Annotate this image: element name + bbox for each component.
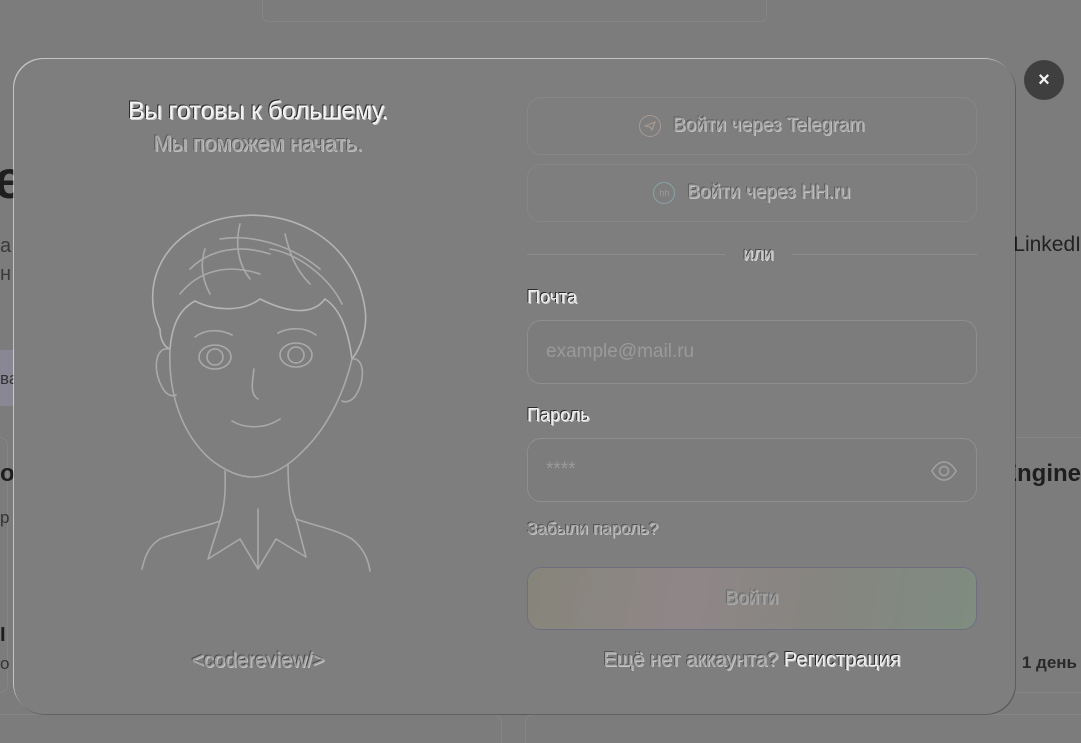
register-link[interactable]: Регистрация bbox=[784, 649, 901, 671]
background-card-bottom-left bbox=[0, 714, 502, 743]
password-field[interactable] bbox=[546, 439, 926, 501]
close-modal-button[interactable]: × bbox=[1024, 60, 1064, 100]
telegram-login-label: Войти через Telegram bbox=[673, 115, 865, 136]
hh-icon: hh bbox=[653, 182, 676, 204]
background-card-text-fragment: p bbox=[0, 508, 10, 527]
background-card-bottom-right bbox=[525, 714, 1081, 743]
hero-subtitle: Мы поможем начать. bbox=[153, 131, 363, 156]
background-linkedin-fragment: LinkedI bbox=[1013, 233, 1081, 256]
email-label: Почта bbox=[527, 287, 577, 307]
divider-line bbox=[527, 254, 725, 255]
login-modal: Вы готовы к большему. Мы поможем начать. bbox=[14, 59, 1015, 714]
hero-title: Вы готовы к большему. bbox=[128, 97, 388, 125]
hh-login-button[interactable]: hh Войти через HH.ru bbox=[527, 164, 977, 222]
login-submit-button[interactable]: Войти bbox=[527, 567, 977, 630]
background-text-fragment: н bbox=[0, 263, 12, 285]
background-text-fragment: a bbox=[0, 235, 12, 257]
password-label: Пароль bbox=[527, 405, 590, 425]
email-field-container bbox=[527, 320, 977, 384]
page: e a н ва LinkedI o p I o Engine 1 день В… bbox=[0, 0, 1081, 743]
brand-logo: <codereview/> bbox=[191, 649, 325, 672]
show-password-icon[interactable] bbox=[930, 458, 958, 484]
background-card-footer-fragment: I bbox=[0, 624, 6, 646]
password-field-container bbox=[527, 438, 977, 502]
close-icon: × bbox=[1038, 68, 1050, 91]
register-prompt-text: Ещё нет аккаунта? bbox=[603, 649, 779, 671]
avatar-illustration bbox=[141, 214, 371, 572]
background-card-meta: 1 день bbox=[1021, 653, 1077, 672]
telegram-icon bbox=[639, 115, 662, 137]
background-card-title-fragment: o bbox=[0, 460, 15, 487]
telegram-login-button[interactable]: Войти через Telegram bbox=[527, 97, 977, 155]
divider-line bbox=[792, 254, 977, 255]
hh-login-label: Войти через HH.ru bbox=[687, 182, 851, 203]
register-prompt: Ещё нет аккаунта? Регистрация bbox=[527, 649, 977, 672]
background-card-footer-fragment: o bbox=[0, 654, 10, 673]
forgot-password-link[interactable]: Забыли пароль? bbox=[527, 519, 658, 539]
divider-or: или bbox=[743, 244, 774, 264]
email-field[interactable] bbox=[546, 321, 926, 383]
background-header bbox=[262, 0, 767, 22]
